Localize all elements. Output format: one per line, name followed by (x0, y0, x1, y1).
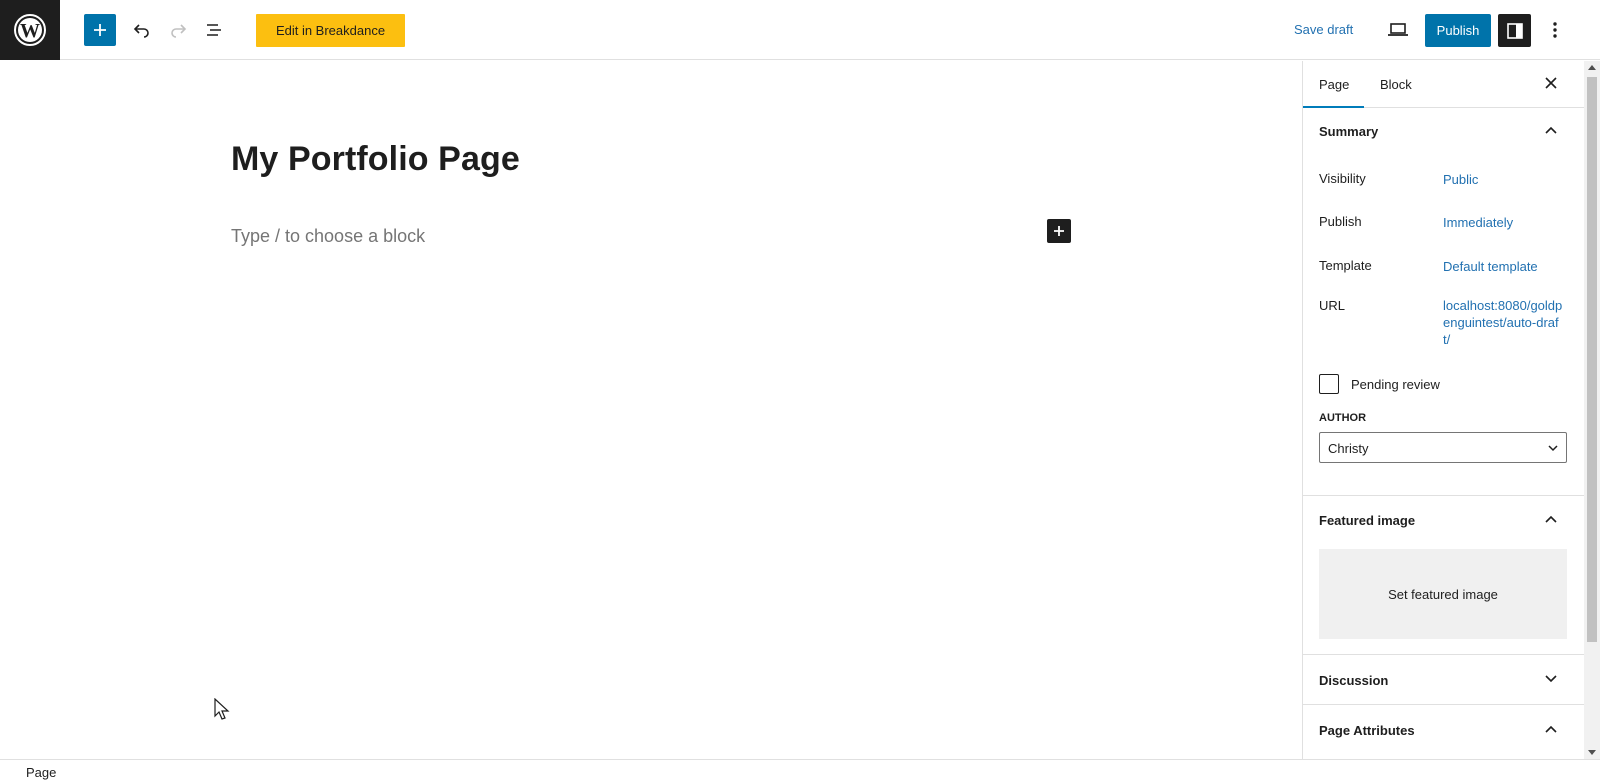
mouse-cursor-icon (214, 698, 230, 720)
close-icon (1545, 77, 1557, 89)
edit-in-breakdance-button[interactable]: Edit in Breakdance (256, 14, 405, 47)
sidebar-toggle-icon (1506, 22, 1523, 39)
url-label: URL (1319, 298, 1346, 313)
publish-date-value[interactable]: Immediately (1443, 214, 1513, 231)
publish-button[interactable]: Publish (1425, 14, 1491, 47)
svg-text:W: W (20, 20, 40, 42)
settings-toggle-button[interactable] (1498, 14, 1531, 47)
panel-divider (1303, 654, 1584, 655)
scroll-up-arrow-icon[interactable] (1588, 65, 1596, 70)
preview-button[interactable] (1382, 14, 1414, 46)
chevron-up-icon[interactable] (1543, 721, 1559, 737)
chevron-up-icon[interactable] (1543, 122, 1559, 138)
visibility-value[interactable]: Public (1443, 171, 1478, 188)
chevron-down-icon[interactable] (1543, 671, 1559, 687)
page-title[interactable]: My Portfolio Page (231, 140, 520, 179)
redo-icon (171, 24, 187, 38)
panel-divider (1303, 704, 1584, 705)
editor-canvas[interactable]: My Portfolio Page Type / to choose a blo… (0, 61, 1302, 759)
more-options-button[interactable] (1540, 14, 1570, 46)
active-tab-indicator (1303, 106, 1364, 108)
save-draft-button[interactable]: Save draft (1294, 22, 1353, 37)
list-view-button[interactable] (198, 14, 230, 46)
block-breadcrumb-bar: Page (0, 759, 1600, 783)
tab-block[interactable]: Block (1380, 77, 1412, 92)
author-select[interactable]: Christy (1319, 432, 1567, 463)
panel-divider (1303, 495, 1584, 496)
url-value[interactable]: localhost:8080/goldpenguintest/auto-draf… (1443, 297, 1563, 348)
add-block-button[interactable] (84, 14, 116, 46)
pending-review-checkbox[interactable] (1319, 374, 1339, 394)
close-sidebar-button[interactable] (1539, 71, 1563, 95)
settings-sidebar: Page Block Summary Visibility Public Pub… (1302, 61, 1584, 759)
featured-image-panel-toggle[interactable]: Featured image (1319, 513, 1415, 528)
breadcrumb[interactable]: Page (26, 765, 56, 780)
author-value: Christy (1328, 441, 1369, 456)
publish-label: Publish (1319, 214, 1362, 229)
set-featured-image-button[interactable]: Set featured image (1319, 549, 1567, 639)
list-view-icon (207, 24, 221, 36)
plus-icon (1054, 226, 1064, 236)
wordpress-logo-icon[interactable]: W (0, 0, 60, 60)
block-placeholder[interactable]: Type / to choose a block (231, 226, 425, 247)
chevron-up-icon[interactable] (1543, 511, 1559, 527)
tab-page[interactable]: Page (1319, 77, 1349, 92)
visibility-label: Visibility (1319, 171, 1366, 186)
discussion-panel-toggle[interactable]: Discussion (1319, 673, 1388, 688)
scroll-down-arrow-icon[interactable] (1588, 750, 1596, 755)
sidebar-tabs: Page Block (1303, 61, 1584, 108)
summary-panel-toggle[interactable]: Summary (1319, 124, 1378, 139)
scrollbar-thumb[interactable] (1587, 77, 1597, 642)
page-attributes-panel-toggle[interactable]: Page Attributes (1319, 723, 1415, 738)
editor-header: W Edit in Breakdance Save draft Publish (0, 0, 1600, 60)
author-label: AUTHOR (1319, 412, 1367, 424)
plus-icon (94, 24, 106, 36)
block-inserter-button[interactable] (1047, 219, 1071, 243)
template-label: Template (1319, 258, 1372, 273)
more-vertical-icon (1553, 22, 1557, 38)
template-value[interactable]: Default template (1443, 258, 1538, 275)
laptop-icon (1388, 23, 1408, 36)
undo-button[interactable] (126, 14, 158, 46)
pending-review-label[interactable]: Pending review (1351, 377, 1440, 392)
sidebar-scrollbar[interactable] (1584, 61, 1600, 759)
undo-icon (133, 24, 149, 38)
chevron-down-icon (1548, 445, 1558, 452)
redo-button[interactable] (162, 14, 194, 46)
